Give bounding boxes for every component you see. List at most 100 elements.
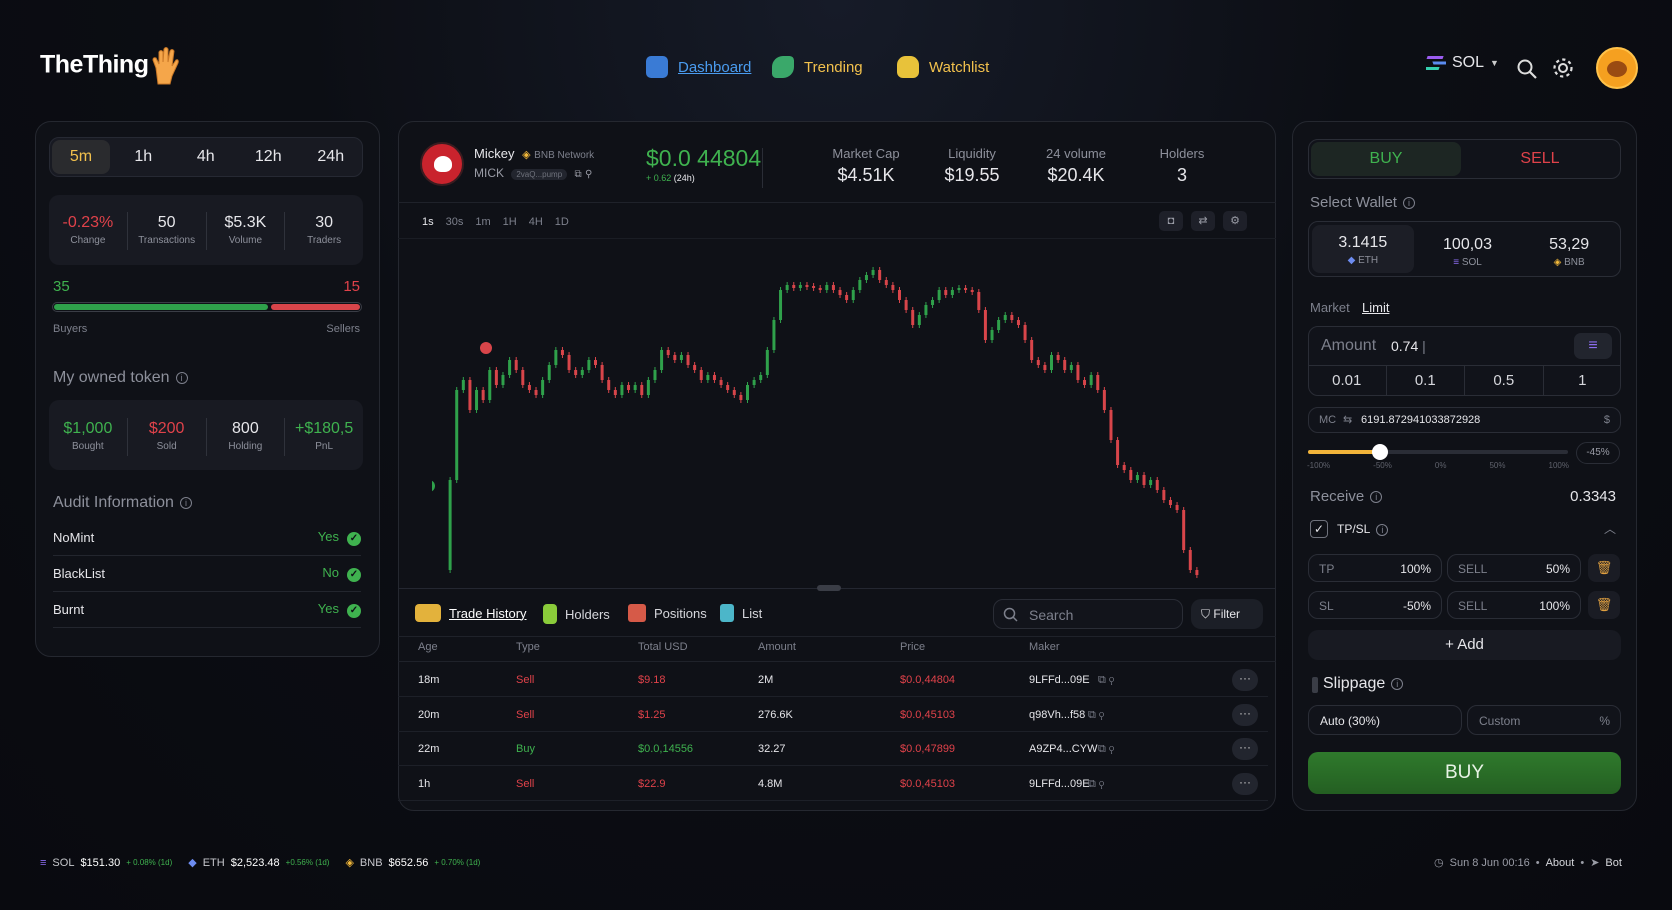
sl-sell-input[interactable]: SELL 100% <box>1447 591 1581 619</box>
tab-4h[interactable]: 4h <box>175 138 238 176</box>
tp-input[interactable]: TP 100% <box>1308 554 1442 582</box>
trash-icon[interactable]: 🗑 <box>1588 591 1620 619</box>
wallet-bnb[interactable]: 53,29 ◈ BNB <box>1518 230 1620 268</box>
tpsl-checkbox[interactable]: ✓ <box>1310 520 1328 538</box>
tab-trade-history[interactable]: Trade History <box>415 604 527 622</box>
more-icon[interactable]: ··· <box>1232 669 1258 691</box>
search-icon[interactable]: ⚲ <box>585 169 592 180</box>
about-link[interactable]: About <box>1546 857 1575 869</box>
gear-icon[interactable] <box>1552 57 1574 79</box>
tab-positions[interactable]: Positions <box>628 604 707 622</box>
trash-icon[interactable]: 🗑 <box>1588 554 1620 582</box>
compare-icon[interactable]: ⇄ <box>1191 211 1215 231</box>
swap-icon[interactable]: ⇆ <box>1343 413 1352 426</box>
sl-input[interactable]: SL -50% <box>1308 591 1442 619</box>
table-row[interactable]: 22m Buy $0.0,14556 32.27 $0.0,47899 A9ZP4...C… <box>398 732 1268 766</box>
candle <box>706 375 710 380</box>
copy-icon[interactable]: ⧉ ⚲ <box>1098 743 1114 756</box>
sol-icon[interactable]: ≡ <box>1574 333 1612 359</box>
tab-24h[interactable]: 24h <box>300 138 363 176</box>
chevron-up-icon[interactable]: ︿ <box>1604 520 1616 537</box>
slippage-auto-input[interactable]: Auto (30%) <box>1308 705 1462 735</box>
candle <box>878 270 882 280</box>
tab-5m[interactable]: 5m <box>52 140 110 174</box>
nav-dashboard[interactable]: Dashboard <box>646 56 751 78</box>
preset-button[interactable]: 0.5 <box>1465 366 1544 396</box>
owned-pnl: +$180,5 PnL <box>285 418 363 456</box>
tab-1h[interactable]: 1h <box>112 138 175 176</box>
sell-tab[interactable]: SELL <box>1461 142 1619 176</box>
info-icon[interactable]: i <box>175 371 188 384</box>
chain-selector[interactable]: SOL ▼ <box>1426 54 1499 72</box>
info-icon[interactable]: i <box>1370 491 1383 504</box>
more-icon[interactable]: ··· <box>1232 773 1258 795</box>
slippage-custom-input[interactable]: Custom% <box>1467 705 1621 735</box>
interval-1s[interactable]: 1s <box>422 216 434 228</box>
info-icon[interactable]: i <box>1402 197 1415 210</box>
candle <box>1056 355 1060 360</box>
candle <box>1129 470 1133 480</box>
candle <box>785 285 789 290</box>
copy-icon[interactable]: ⧉ ⚲ <box>1088 709 1104 722</box>
interval-1D[interactable]: 1D <box>555 216 569 228</box>
wallet-eth[interactable]: 3.1415 ◆ ETH <box>1312 225 1414 273</box>
buy-marker[interactable] <box>432 480 435 492</box>
more-icon[interactable]: ··· <box>1232 738 1258 760</box>
slider-thumb[interactable] <box>1371 444 1388 460</box>
token-address: 2vaQ...pump <box>511 169 568 180</box>
resize-handle[interactable] <box>817 585 841 591</box>
tp-sell-input[interactable]: SELL 50% <box>1447 554 1581 582</box>
interval-1H[interactable]: 1H <box>503 216 517 228</box>
preset-button[interactable]: 0.01 <box>1308 366 1387 396</box>
bot-link[interactable]: Bot <box>1605 857 1622 869</box>
search-icon[interactable] <box>1516 58 1538 80</box>
table-row[interactable]: 1h Sell $22.9 4.8M $0.0,45103 9LFFd...09E ⧉ ⚲ ·… <box>398 767 1268 801</box>
info-icon[interactable]: i <box>1376 523 1389 536</box>
metric-value: $20.4K <box>1047 165 1105 185</box>
sell-marker[interactable] <box>480 342 492 354</box>
candle <box>481 390 485 400</box>
interval-1m[interactable]: 1m <box>475 216 490 228</box>
tab-12h[interactable]: 12h <box>237 138 300 176</box>
cell-price: $0.0,45103 <box>900 709 956 721</box>
candlestick-chart[interactable] <box>432 250 1222 590</box>
nav-trending[interactable]: Trending <box>772 56 863 78</box>
copy-icon[interactable]: ⧉ ⚲ <box>1088 778 1104 791</box>
audit-row-blacklist: BlackList No ✓ <box>53 556 361 592</box>
interval-4H[interactable]: 4H <box>529 216 543 228</box>
tab-limit[interactable]: Limit <box>1362 300 1389 315</box>
table-row[interactable]: 18m Sell $9.18 2M $0.0,44804 9LFFd...09E ⧉ ⚲ ··… <box>398 663 1268 697</box>
camera-icon[interactable]: ◘ <box>1159 211 1183 231</box>
amount-input[interactable]: 0.74 | <box>1391 338 1426 354</box>
tab-list[interactable]: List <box>720 604 762 622</box>
copy-icon[interactable]: ⧉ ⚲ <box>1098 674 1114 687</box>
wallet-label: ETH <box>1358 255 1379 266</box>
wallet-sol[interactable]: 100,03 ≡ SOL <box>1417 230 1519 268</box>
preset-button[interactable]: 0.1 <box>1387 366 1465 396</box>
slider-percent[interactable]: -45% <box>1576 442 1620 464</box>
filter-button[interactable]: ⛉ Filter <box>1191 599 1263 629</box>
add-button[interactable]: + Add <box>1308 630 1621 660</box>
preset-button[interactable]: 1 <box>1544 366 1622 396</box>
buy-tab[interactable]: BUY <box>1311 142 1461 176</box>
select-wallet-title: Select Wallet i <box>1310 194 1415 211</box>
avatar[interactable] <box>1596 47 1638 89</box>
info-icon[interactable]: i <box>1391 677 1404 690</box>
app-logo[interactable]: TheThing <box>40 46 180 86</box>
more-icon[interactable]: ··· <box>1232 704 1258 726</box>
candle <box>1122 465 1126 470</box>
info-icon[interactable]: i <box>179 496 192 509</box>
candle <box>699 370 703 380</box>
interval-30s[interactable]: 30s <box>446 216 464 228</box>
mc-input[interactable]: MC ⇆ 6191.872941033872928 $ <box>1308 407 1621 433</box>
cell-price: $0.0,44804 <box>900 674 956 686</box>
buy-submit-button[interactable]: BUY <box>1308 752 1621 794</box>
nav-watchlist[interactable]: Watchlist <box>897 56 989 78</box>
candle <box>759 375 763 380</box>
tab-holders[interactable]: Holders <box>543 604 610 624</box>
search-input[interactable]: Search <box>993 599 1183 629</box>
tab-market[interactable]: Market <box>1310 300 1350 315</box>
gear-icon[interactable]: ⚙ <box>1223 211 1247 231</box>
table-row[interactable]: 20m Sell $1.25 276.6K $0.0,45103 q98Vh...f58 ⧉… <box>398 698 1268 732</box>
copy-icon[interactable]: ⧉ <box>575 169 582 180</box>
